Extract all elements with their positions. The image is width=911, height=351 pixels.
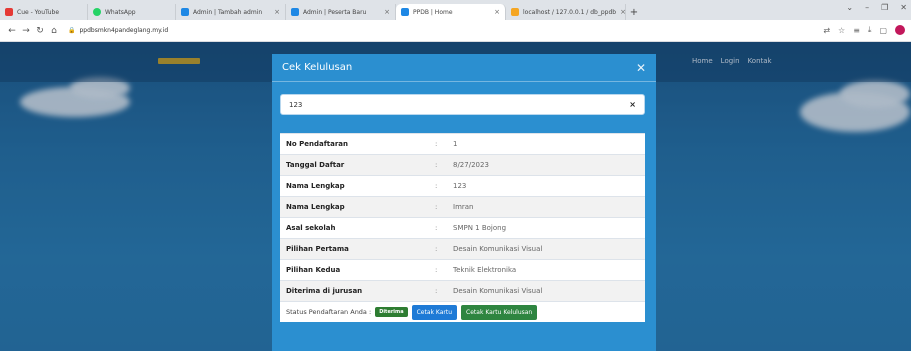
site-icon (401, 8, 409, 16)
forward-icon[interactable]: → (20, 26, 32, 36)
row-label: Nama Lengkap (286, 182, 345, 190)
tab-title: Admin | Tambah admin (193, 8, 263, 16)
status-label: Status Pendaftaran Anda : (286, 308, 372, 316)
browser-tab[interactable]: WhatsApp (88, 4, 176, 20)
browser-tab[interactable]: Admin | Tambah admin × (176, 4, 286, 20)
row-value: 1 (453, 140, 458, 148)
browser-tab-active[interactable]: PPDB | Home × (396, 4, 506, 20)
search-box: × (280, 94, 645, 115)
result-row: Pilihan Pertama : Desain Komunikasi Visu… (280, 238, 645, 259)
row-value: Desain Komunikasi Visual (453, 287, 543, 295)
translate-icon[interactable]: ⇄ (823, 26, 830, 35)
browser-tab[interactable]: Admin | Peserta Baru × (286, 4, 396, 20)
row-separator: : (435, 224, 438, 232)
row-separator: : (435, 245, 438, 253)
row-separator: : (435, 182, 438, 190)
result-row: Asal sekolah : SMPN 1 Bojong (280, 217, 645, 238)
result-row: No Pendaftaran : 1 (280, 133, 645, 154)
address-bar[interactable]: 🔒 ppdbsmkn4pandeglang.my.id (68, 27, 168, 34)
status-badge: Diterima (375, 307, 408, 317)
cetak-kartu-kelulusan-button[interactable]: Cetak Kartu Kelulusan (461, 304, 538, 320)
result-row: Diterima di jurusan : Desain Komunikasi … (280, 280, 645, 301)
close-tab-icon[interactable]: × (616, 8, 625, 16)
tab-title: Cue - YouTube (17, 8, 60, 16)
row-value: Teknik Elektronika (453, 266, 517, 274)
tab-search-icon[interactable]: ⌄ (846, 3, 853, 12)
cek-kelulusan-modal: Cek Kelulusan ✕ × No Pendaftaran : 1 Tan… (272, 54, 656, 351)
row-label: No Pendaftaran (286, 140, 348, 148)
browser-tools: ⇄ ☆ ≡ ⤓ ▢ (823, 25, 905, 35)
whatsapp-icon (93, 8, 101, 16)
browser-tab-strip: Cue - YouTube WhatsApp Admin | Tambah ad… (0, 0, 911, 20)
cetak-kartu-button[interactable]: Cetak Kartu (411, 304, 458, 320)
row-value: SMPN 1 Bojong (453, 224, 507, 232)
row-label: Diterima di jurusan (286, 287, 363, 295)
site-icon (291, 8, 299, 16)
clear-search-icon[interactable]: × (629, 100, 636, 109)
row-value: Imran (453, 203, 474, 211)
browser-tab[interactable]: localhost / 127.0.0.1 / db_ppdb × (506, 4, 626, 20)
row-label: Nama Lengkap (286, 203, 345, 211)
page-background: Home Login Kontak Cek Kelulusan ✕ × No P… (0, 42, 911, 351)
maximize-icon[interactable]: ❐ (881, 3, 888, 12)
row-value: 123 (453, 182, 467, 190)
result-table: No Pendaftaran : 1 Tanggal Daftar : 8/27… (280, 133, 645, 322)
bookmark-star-icon[interactable]: ☆ (838, 26, 845, 35)
modal-header: Cek Kelulusan ✕ (272, 54, 656, 82)
youtube-icon (5, 8, 13, 16)
lock-icon: 🔒 (68, 27, 76, 34)
tab-title: localhost / 127.0.0.1 / db_ppdb (523, 8, 617, 16)
close-window-icon[interactable]: ✕ (900, 3, 907, 12)
row-value: Desain Komunikasi Visual (453, 245, 543, 253)
minimize-icon[interactable]: – (865, 3, 869, 12)
result-row: Pilihan Kedua : Teknik Elektronika (280, 259, 645, 280)
close-tab-icon[interactable]: × (380, 8, 390, 16)
row-separator: : (435, 161, 438, 169)
profile-avatar-icon[interactable] (895, 25, 905, 35)
tab-title: PPDB | Home (413, 8, 453, 16)
row-label: Pilihan Kedua (286, 266, 341, 274)
phpmyadmin-icon (511, 8, 519, 16)
registration-search-input[interactable] (289, 100, 630, 109)
row-separator: : (435, 203, 438, 211)
reading-list-icon[interactable]: ≡ (853, 26, 860, 35)
status-row: Status Pendaftaran Anda : Diterima Cetak… (280, 301, 645, 322)
modal-title: Cek Kelulusan (282, 62, 353, 73)
result-row: Nama Lengkap : Imran (280, 196, 645, 217)
site-icon (181, 8, 189, 16)
row-label: Asal sekolah (286, 224, 336, 232)
tab-title: WhatsApp (105, 8, 136, 16)
close-tab-icon[interactable]: × (270, 8, 280, 16)
close-icon[interactable]: ✕ (636, 61, 646, 75)
window-controls: ⌄ – ❐ ✕ (846, 3, 907, 12)
back-icon[interactable]: ← (6, 26, 18, 36)
reload-icon[interactable]: ↻ (34, 26, 46, 36)
row-label: Pilihan Pertama (286, 245, 349, 253)
close-tab-icon[interactable]: × (490, 8, 500, 16)
row-separator: : (435, 287, 438, 295)
browser-tab[interactable]: Cue - YouTube (0, 4, 88, 20)
row-label: Tanggal Daftar (286, 161, 345, 169)
row-separator: : (435, 266, 438, 274)
new-tab-button[interactable]: + (626, 4, 642, 20)
result-row: Tanggal Daftar : 8/27/2023 (280, 154, 645, 175)
home-icon[interactable]: ⌂ (48, 26, 60, 36)
tab-title: Admin | Peserta Baru (303, 8, 367, 16)
row-separator: : (435, 140, 438, 148)
url-text: ppdbsmkn4pandeglang.my.id (79, 27, 169, 34)
result-row: Nama Lengkap : 123 (280, 175, 645, 196)
row-value: 8/27/2023 (453, 161, 489, 169)
sidebar-icon[interactable]: ▢ (879, 26, 887, 35)
browser-toolbar: ← → ↻ ⌂ 🔒 ppdbsmkn4pandeglang.my.id ⇄ ☆ … (0, 20, 911, 42)
download-icon[interactable]: ⤓ (868, 25, 872, 35)
